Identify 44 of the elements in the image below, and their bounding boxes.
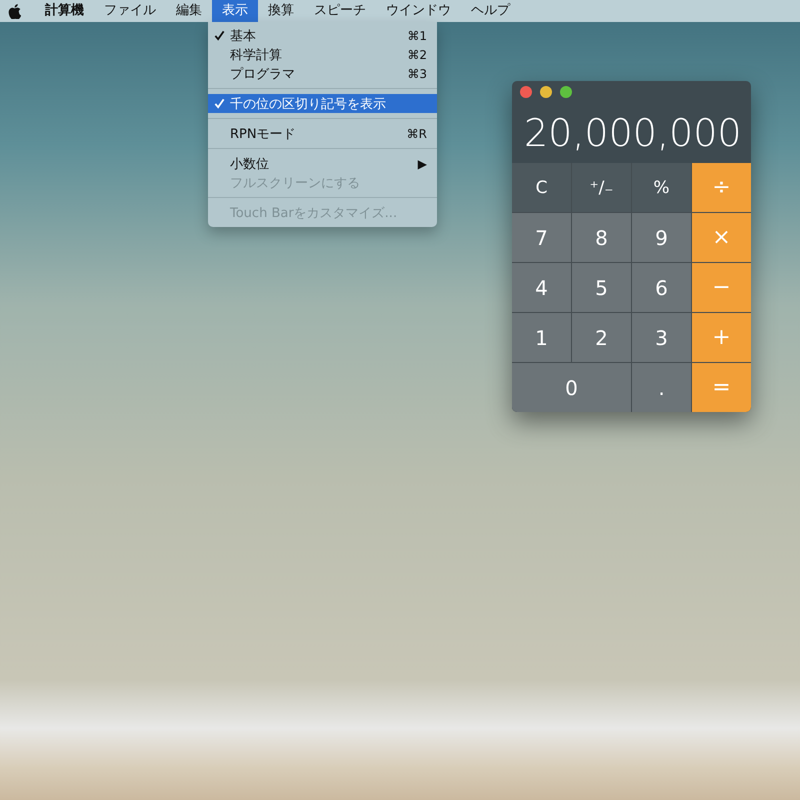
calculator-key[interactable]: 1 xyxy=(512,313,571,362)
calculator-key[interactable]: C xyxy=(512,163,571,212)
menu-item[interactable]: 基本 ⌘1 xyxy=(208,26,437,45)
calculator-key[interactable]: . xyxy=(632,363,691,412)
calculator-key[interactable]: 0 xyxy=(512,363,631,412)
menu-item-label: プログラマ xyxy=(230,66,296,82)
calculator-key[interactable]: 6 xyxy=(632,263,691,312)
calculator-key[interactable]: % xyxy=(632,163,691,212)
close-button[interactable] xyxy=(520,86,532,98)
menu-item[interactable]: 小数位 ▶ xyxy=(208,154,437,173)
keyboard-shortcut: ⌘3 xyxy=(407,66,427,80)
zoom-button[interactable] xyxy=(560,86,572,98)
apple-logo-icon[interactable] xyxy=(8,4,21,18)
calculator-key[interactable]: 3 xyxy=(632,313,691,362)
menu-item-label: 千の位の区切り記号を表示 xyxy=(230,96,387,112)
calculator-display: 20,000,000 xyxy=(523,110,743,157)
menu-item-label: RPNモード xyxy=(230,126,297,142)
calculator-key[interactable]: 9 xyxy=(632,213,691,262)
menu-bar-item[interactable]: スピーチ xyxy=(304,0,376,22)
menu-bar-item[interactable]: ファイル xyxy=(94,0,166,22)
calculator-key[interactable]: 8 xyxy=(572,213,631,262)
calculator-key[interactable]: 7 xyxy=(512,213,571,262)
menu-bar-item[interactable]: 表示 xyxy=(212,0,258,22)
keyboard-shortcut: ⌘2 xyxy=(407,48,427,62)
menu-item[interactable]: 千の位の区切り記号を表示 xyxy=(208,94,437,113)
menu-bar-item[interactable]: ウインドウ xyxy=(376,0,461,22)
keyboard-shortcut: ⌘1 xyxy=(407,28,427,42)
calculator-key[interactable]: ⁺∕₋ xyxy=(572,163,631,212)
menu-item-label: 科学計算 xyxy=(230,46,283,64)
calculator-key[interactable]: 4 xyxy=(512,263,571,312)
menu-item[interactable]: RPNモード ⌘R xyxy=(208,124,437,143)
submenu-arrow: ▶ xyxy=(418,156,427,170)
menu-bar-item[interactable]: 編集 xyxy=(166,0,212,22)
menu-bar-item[interactable]: 換算 xyxy=(258,0,304,22)
menu-item[interactable]: 科学計算 ⌘2 xyxy=(208,45,437,64)
menu-item-label: 基本 xyxy=(230,28,257,44)
menu-bar-item[interactable]: ヘルプ xyxy=(461,0,520,22)
menu-item[interactable]: プログラマ ⌘3 xyxy=(208,64,437,83)
menu-bar-item[interactable]: 計算機 xyxy=(35,0,94,22)
menu-item-label: 小数位 xyxy=(230,156,270,172)
minimize-button[interactable] xyxy=(540,86,552,98)
calculator-key[interactable]: 2 xyxy=(572,313,631,362)
keyboard-shortcut: ⌘R xyxy=(406,126,427,140)
calculator-key[interactable]: 5 xyxy=(572,263,631,312)
